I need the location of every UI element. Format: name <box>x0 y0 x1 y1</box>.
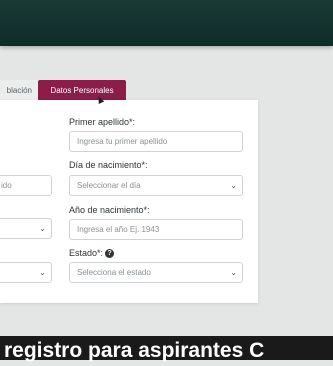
chevron-down-icon: ⌄ <box>230 268 237 277</box>
chevron-down-icon: ⌄ <box>230 181 237 190</box>
estado-value: Selecciona el estado <box>77 268 151 277</box>
anio-nacimiento-input[interactable]: Ingresa el año Ej. 1943 <box>69 219 243 240</box>
tab-datos-personales[interactable]: Datos Personales <box>38 80 126 101</box>
top-navbar <box>0 0 333 46</box>
left-select-2[interactable]: ⌄ <box>0 262 52 283</box>
caption-banner: registro para aspirantes C <box>0 336 333 362</box>
anio-nacimiento-label: Año de nacimiento*: <box>69 205 150 215</box>
left-text-input[interactable]: ido <box>0 175 52 196</box>
chevron-down-icon: ⌄ <box>39 224 46 233</box>
left-input-text: ido <box>1 181 12 190</box>
chevron-down-icon: ⌄ <box>39 268 46 277</box>
estado-select[interactable]: Selecciona el estado ⌄ <box>69 262 243 283</box>
primer-apellido-input[interactable]: Ingresa tu primer apellido <box>69 131 243 152</box>
dia-nacimiento-select[interactable]: Seleccionar el día ⌄ <box>69 175 243 196</box>
left-select-1[interactable]: ⌄ <box>0 218 52 239</box>
caption-text: registro para aspirantes C <box>4 339 265 362</box>
dia-nacimiento-value: Seleccionar el día <box>77 181 141 190</box>
dia-nacimiento-label: Día de nacimiento*: <box>69 160 148 170</box>
estado-label: Estado*:? <box>69 248 115 259</box>
question-circle-icon[interactable]: ? <box>105 249 115 259</box>
tab-poblacion[interactable]: blación <box>0 80 38 101</box>
estado-label-text: Estado*: <box>69 248 104 258</box>
primer-apellido-label: Primer apellido*: <box>69 117 136 127</box>
